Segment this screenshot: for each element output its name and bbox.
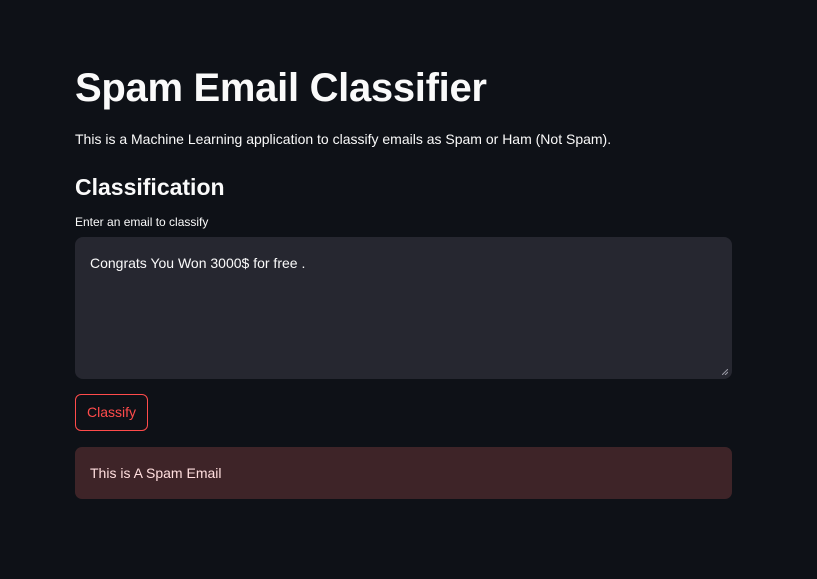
app-page: Spam Email Classifier This is a Machine … xyxy=(0,0,817,579)
classify-button[interactable]: Classify xyxy=(75,394,149,431)
page-title: Spam Email Classifier xyxy=(75,66,487,110)
result-text: This is A Spam Email xyxy=(90,465,222,481)
result-alert: This is A Spam Email xyxy=(75,447,732,499)
email-input-container: Congrats You Won 3000$ for free . xyxy=(75,237,732,379)
app-description: This is a Machine Learning application t… xyxy=(75,131,612,147)
email-input[interactable]: Congrats You Won 3000$ for free . xyxy=(75,237,732,379)
email-input-label: Enter an email to classify xyxy=(75,215,209,229)
classification-heading: Classification xyxy=(75,174,225,200)
main-content: Spam Email Classifier This is a Machine … xyxy=(75,62,732,499)
